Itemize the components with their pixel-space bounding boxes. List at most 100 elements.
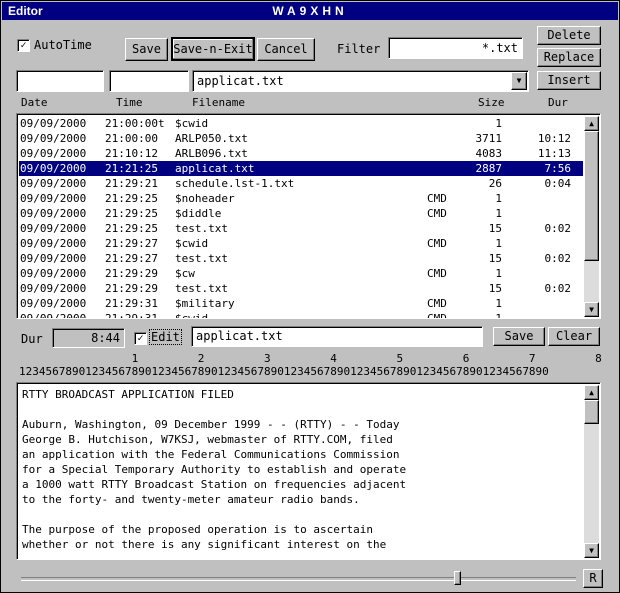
- file-date: 09/09/2000: [20, 252, 87, 265]
- file-name: $cwid: [175, 117, 209, 130]
- file-row[interactable]: 09/09/2000 21:29:25 $diddle CMD 1: [19, 206, 583, 221]
- file-size: 1: [495, 297, 502, 310]
- file-dur: 0:04: [544, 177, 572, 190]
- file-date: 09/09/2000: [20, 192, 87, 205]
- file-flag: CMD: [427, 237, 447, 250]
- col-filename[interactable]: Filename: [192, 96, 245, 109]
- file-size: 4083: [475, 147, 503, 160]
- file-size: 2887: [475, 162, 503, 175]
- file-name: $cwid: [175, 237, 209, 250]
- file-name: $noheader: [175, 192, 235, 205]
- slider-track[interactable]: [21, 577, 576, 581]
- save-n-exit-button[interactable]: Save-n-Exit: [171, 37, 255, 61]
- file-date: 09/09/2000: [20, 117, 87, 130]
- file-size: 1: [495, 192, 502, 205]
- file-row[interactable]: 09/09/2000 21:29:29 $cw CMD 1: [19, 266, 583, 281]
- delete-button[interactable]: Delete: [537, 26, 601, 45]
- save-button[interactable]: Save: [125, 38, 168, 61]
- text-line: George B. Hutchison, W7KSJ, webmaster of…: [22, 433, 393, 446]
- file-date: 09/09/2000: [20, 267, 87, 280]
- file-date: 09/09/2000: [20, 207, 87, 220]
- date-input[interactable]: [16, 70, 104, 92]
- col-time[interactable]: Time: [116, 96, 143, 109]
- file-row[interactable]: 09/09/2000 21:10:12 ARLB096.txt 4083 11:13: [19, 146, 583, 161]
- file-row[interactable]: 09/09/2000 21:29:29 test.txt 15 0:02: [19, 281, 583, 296]
- file-dur: 7:56: [544, 162, 572, 175]
- file-time: 21:29:29: [105, 282, 158, 295]
- file-name: $cw: [175, 267, 195, 280]
- file-date: 09/09/2000: [20, 177, 87, 190]
- time-input[interactable]: [109, 70, 189, 92]
- file-date: 09/09/2000: [20, 312, 87, 319]
- title-bar[interactable]: Editor WA9XHN: [2, 2, 618, 20]
- text-line: an application with the Federal Communic…: [22, 448, 400, 461]
- file-size: 15: [488, 222, 502, 235]
- file-size: 1: [495, 117, 502, 130]
- insert-button[interactable]: Insert: [537, 71, 601, 90]
- down-arrow-icon[interactable]: ▼: [584, 302, 599, 317]
- r-button[interactable]: R: [583, 569, 603, 588]
- autotime-label: AutoTime: [34, 38, 92, 52]
- down-arrow-icon[interactable]: ▼: [584, 543, 599, 558]
- text-line: [19, 402, 581, 417]
- file-date: 09/09/2000: [20, 162, 87, 175]
- file-row[interactable]: 09/09/2000 21:29:27 test.txt 15 0:02: [19, 251, 583, 266]
- col-size[interactable]: Size: [478, 96, 505, 109]
- file-flag: CMD: [427, 297, 447, 310]
- window-callsign: WA9XHN: [272, 4, 348, 18]
- chevron-down-icon[interactable]: ▼: [511, 72, 527, 90]
- file-time: 21:21:25: [105, 162, 158, 175]
- autotime-checkbox[interactable]: ✓: [17, 39, 30, 52]
- file-time: 21:29:29: [105, 267, 158, 280]
- file-time: 21:29:31: [105, 312, 158, 319]
- file-row[interactable]: 09/09/2000 21:29:27 $cwid CMD 1: [19, 236, 583, 251]
- filter-input[interactable]: *.txt: [388, 37, 523, 59]
- file-date: 09/09/2000: [20, 297, 87, 310]
- file-time: 21:00:00t: [105, 117, 165, 130]
- text-scrollbar[interactable]: ▲ ▼: [584, 385, 599, 558]
- up-arrow-icon[interactable]: ▲: [584, 385, 599, 400]
- col-date[interactable]: Date: [21, 96, 48, 109]
- text-scroll-thumb[interactable]: [584, 400, 599, 424]
- file-dur: 0:02: [544, 282, 572, 295]
- file-size: 1: [495, 237, 502, 250]
- file-row[interactable]: 09/09/2000 21:29:25 $noheader CMD 1: [19, 191, 583, 206]
- file-combo[interactable]: applicat.txt: [192, 70, 529, 92]
- file-name: $military: [175, 297, 235, 310]
- cancel-button[interactable]: Cancel: [257, 38, 315, 61]
- message-text-area[interactable]: RTTY BROADCAST APPLICATION FILED Auburn, …: [16, 382, 601, 560]
- file-name: test.txt: [175, 252, 228, 265]
- scroll-thumb[interactable]: [584, 131, 599, 261]
- file-row[interactable]: 09/09/2000 21:29:25 test.txt 15 0:02: [19, 221, 583, 236]
- file-name: schedule.lst-1.txt: [175, 177, 295, 190]
- file-flag: CMD: [427, 312, 447, 319]
- file-time: 21:29:25: [105, 207, 158, 220]
- slider-thumb[interactable]: [453, 571, 461, 585]
- file-size: 1: [495, 267, 502, 280]
- file-row[interactable]: 09/09/2000 21:29:21 schedule.lst-1.txt 26 0:…: [19, 176, 583, 191]
- file-rows: 09/09/2000 21:00:00t $cwid 1 09/09/2000 21:00…: [19, 116, 583, 319]
- file-row[interactable]: 09/09/2000 21:21:25 applicat.txt 2887 7:56: [19, 161, 583, 176]
- file-dur: 0:02: [544, 222, 572, 235]
- col-dur[interactable]: Dur: [548, 96, 568, 109]
- edit-checkbox[interactable]: ✓: [134, 332, 147, 345]
- file-time: 21:29:25: [105, 222, 158, 235]
- file-time: 21:10:12: [105, 147, 158, 160]
- edit-save-button[interactable]: Save: [493, 327, 545, 346]
- dur-label: Dur: [21, 332, 43, 346]
- file-row[interactable]: 09/09/2000 21:00:00t $cwid 1: [19, 116, 583, 131]
- file-row[interactable]: 09/09/2000 21:29:31 $military CMD 1: [19, 296, 583, 311]
- replace-button[interactable]: Replace: [537, 48, 601, 67]
- file-row[interactable]: 09/09/2000 21:00:00 ARLP050.txt 3711 10:12: [19, 131, 583, 146]
- text-lines: RTTY BROADCAST APPLICATION FILED Auburn, …: [19, 387, 581, 552]
- up-arrow-icon[interactable]: ▲: [584, 116, 599, 131]
- file-list-scrollbar[interactable]: ▲ ▼: [584, 116, 599, 317]
- clear-button[interactable]: Clear: [548, 327, 600, 346]
- text-line: to the forty- and twenty-meter amateur r…: [22, 493, 360, 506]
- text-line: [19, 507, 581, 522]
- edit-filename-input[interactable]: applicat.txt: [191, 326, 483, 347]
- file-size: 15: [488, 252, 502, 265]
- file-name: ARLB096.txt: [175, 147, 248, 160]
- file-row[interactable]: 09/09/2000 21:29:31 $cwid CMD 1: [19, 311, 583, 319]
- file-size: 1: [495, 207, 502, 220]
